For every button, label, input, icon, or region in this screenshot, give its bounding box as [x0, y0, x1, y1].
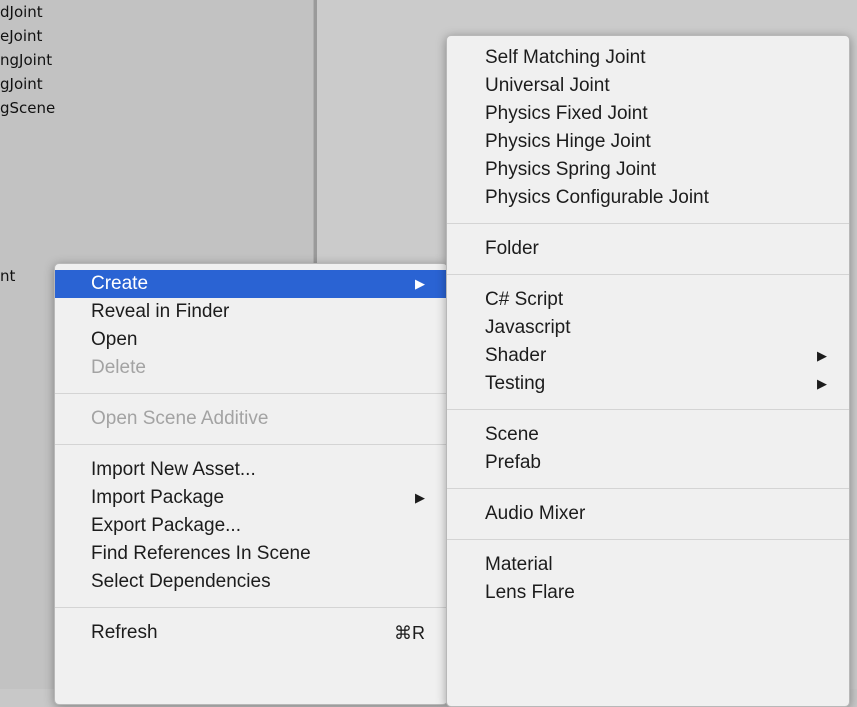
menu-item-label: Prefab: [485, 452, 541, 473]
submenu-item-scene[interactable]: Scene: [447, 421, 849, 449]
menu-item-label: Universal Joint: [485, 75, 610, 96]
menu-item-import-package[interactable]: Import Package ▶: [55, 484, 447, 512]
menu-item-label: Material: [485, 554, 553, 575]
menu-item-label: Testing: [485, 373, 546, 394]
project-item[interactable]: gScene: [0, 96, 55, 120]
menu-item-delete: Delete: [55, 354, 447, 382]
submenu-item-physics-hinge-joint[interactable]: Physics Hinge Joint: [447, 128, 849, 156]
menu-item-refresh[interactable]: Refresh ⌘R: [55, 619, 447, 647]
menu-item-label: Export Package...: [91, 515, 241, 536]
menu-item-label: Create: [91, 273, 149, 294]
menu-item-label: Self Matching Joint: [485, 47, 646, 68]
project-item-partial[interactable]: nt: [0, 264, 15, 288]
submenu-item-c-script[interactable]: C# Script: [447, 286, 849, 314]
menu-item-label: Physics Configurable Joint: [485, 187, 709, 208]
menu-item-label: Lens Flare: [485, 582, 575, 603]
project-item[interactable]: ngJoint: [0, 48, 55, 72]
menu-item-label: Find References In Scene: [91, 543, 311, 564]
submenu-arrow-icon: ▶: [415, 276, 425, 291]
menu-item-label: Physics Hinge Joint: [485, 131, 651, 152]
project-list: dJoint eJoint ngJoint gJoint gScene: [0, 0, 55, 120]
menu-separator: [447, 274, 849, 275]
menu-shortcut: ⌘R: [394, 623, 425, 643]
menu-item-reveal-in-finder[interactable]: Reveal in Finder: [55, 298, 447, 326]
submenu-arrow-icon: ▶: [817, 376, 827, 391]
menu-separator: [55, 607, 447, 608]
submenu-item-physics-fixed-joint[interactable]: Physics Fixed Joint: [447, 100, 849, 128]
submenu-item-audio-mixer[interactable]: Audio Mixer: [447, 500, 849, 528]
submenu-item-javascript[interactable]: Javascript: [447, 314, 849, 342]
menu-item-label: Shader: [485, 345, 547, 366]
submenu-item-material[interactable]: Material: [447, 551, 849, 579]
submenu-item-shader[interactable]: Shader ▶: [447, 342, 849, 370]
project-item[interactable]: gJoint: [0, 72, 55, 96]
menu-item-find-references-in-scene[interactable]: Find References In Scene: [55, 540, 447, 568]
menu-item-label: Scene: [485, 424, 539, 445]
menu-item-label: Physics Spring Joint: [485, 159, 657, 180]
menu-item-open-scene-additive: Open Scene Additive: [55, 405, 447, 433]
menu-item-label: C# Script: [485, 289, 564, 310]
menu-item-label: Import New Asset...: [91, 459, 256, 480]
menu-item-import-new-asset[interactable]: Import New Asset...: [55, 456, 447, 484]
submenu-item-testing[interactable]: Testing ▶: [447, 370, 849, 398]
submenu-item-lens-flare[interactable]: Lens Flare: [447, 579, 849, 607]
submenu-item-physics-configurable-joint[interactable]: Physics Configurable Joint: [447, 184, 849, 212]
menu-item-open[interactable]: Open: [55, 326, 447, 354]
project-item[interactable]: eJoint: [0, 24, 55, 48]
menu-separator: [55, 393, 447, 394]
menu-item-label: Audio Mixer: [485, 503, 586, 524]
menu-separator: [447, 409, 849, 410]
menu-item-label: Open: [91, 329, 138, 350]
menu-item-label: Folder: [485, 238, 539, 259]
menu-separator: [447, 488, 849, 489]
submenu-item-universal-joint[interactable]: Universal Joint: [447, 72, 849, 100]
context-menu: Create ▶ Reveal in Finder Open Delete Open Sc…: [54, 263, 448, 705]
submenu-item-physics-spring-joint[interactable]: Physics Spring Joint: [447, 156, 849, 184]
menu-item-select-dependencies[interactable]: Select Dependencies: [55, 568, 447, 596]
menu-item-label: Physics Fixed Joint: [485, 103, 648, 124]
submenu-item-self-matching-joint[interactable]: Self Matching Joint: [447, 44, 849, 72]
menu-item-label: Refresh: [91, 622, 158, 643]
menu-item-label: Import Package: [91, 487, 225, 508]
create-submenu: Self Matching Joint Universal Joint Physic…: [446, 35, 850, 707]
submenu-item-folder[interactable]: Folder: [447, 235, 849, 263]
menu-item-export-package[interactable]: Export Package...: [55, 512, 447, 540]
menu-item-create[interactable]: Create ▶: [55, 270, 447, 298]
submenu-arrow-icon: ▶: [415, 490, 425, 505]
menu-item-label: Select Dependencies: [91, 571, 271, 592]
menu-separator: [447, 223, 849, 224]
submenu-arrow-icon: ▶: [817, 348, 827, 363]
project-item[interactable]: dJoint: [0, 0, 55, 24]
menu-item-label: Reveal in Finder: [91, 301, 230, 322]
menu-item-label: Javascript: [485, 317, 571, 338]
menu-separator: [447, 539, 849, 540]
menu-separator: [55, 444, 447, 445]
menu-item-label: Delete: [91, 357, 146, 378]
submenu-item-prefab[interactable]: Prefab: [447, 449, 849, 477]
menu-item-label: Open Scene Additive: [91, 408, 269, 429]
